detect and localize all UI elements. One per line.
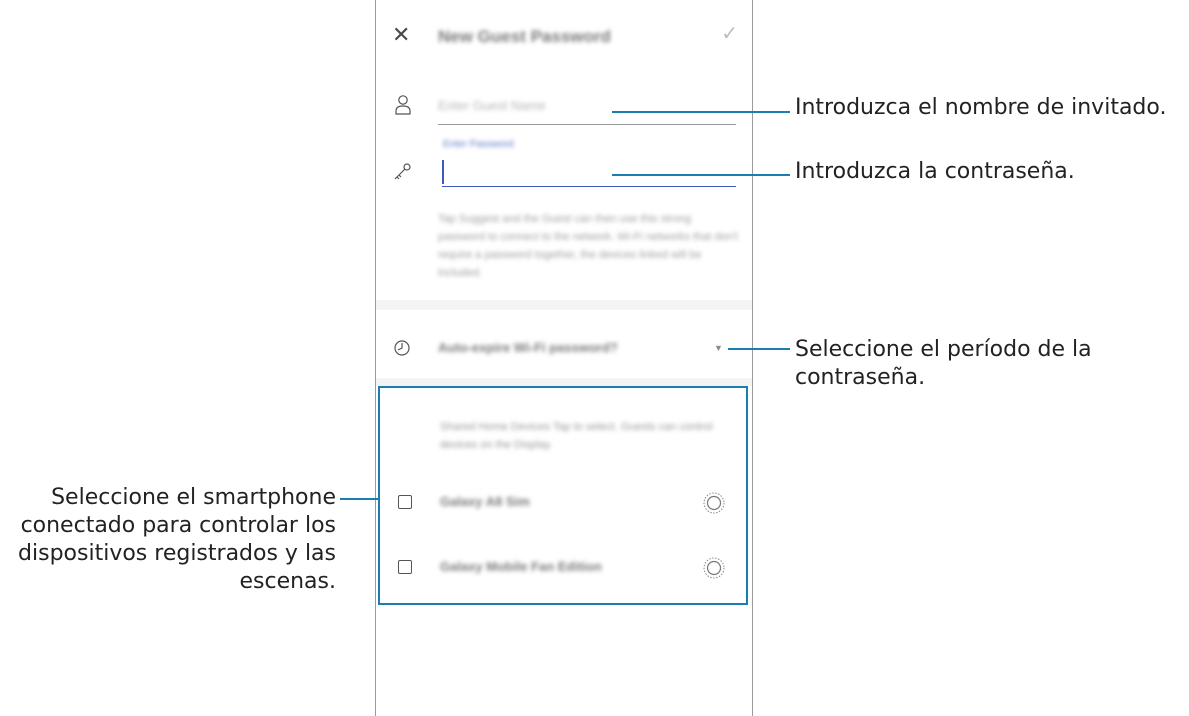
device-checkbox[interactable]	[398, 560, 412, 574]
section-divider	[376, 300, 752, 310]
leader-line	[612, 174, 790, 176]
guest-name-underline	[438, 124, 736, 125]
radio-ring-icon	[703, 557, 725, 579]
phone-screen: ✕ New Guest Password ✓ Enter Guest Name …	[375, 0, 753, 716]
leader-line	[340, 498, 378, 500]
password-description: Tap Suggest and the Guest can then use t…	[438, 213, 738, 279]
password-period-select[interactable]: Auto-expire Wi-Fi password?	[438, 340, 618, 355]
leader-line	[728, 348, 790, 350]
guest-name-input[interactable]: Enter Guest Name	[438, 98, 546, 113]
callout-password: Introduzca la contraseña.	[795, 159, 1075, 184]
callout-period: Seleccione el período de la contraseña.	[795, 337, 1092, 390]
device-name: Galaxy A8 Sim	[440, 494, 530, 509]
device-row[interactable]: Galaxy Mobile Fan Edition	[380, 548, 746, 588]
close-icon[interactable]: ✕	[392, 24, 410, 46]
device-name: Galaxy Mobile Fan Edition	[440, 559, 602, 574]
callout-guest-name: Introduzca el nombre de invitado.	[795, 95, 1167, 120]
password-input[interactable]	[442, 160, 444, 184]
check-icon[interactable]: ✓	[721, 24, 738, 44]
clock-icon	[394, 340, 410, 356]
dropdown-arrow-icon[interactable]: ▼	[714, 343, 723, 353]
password-label: Enter Password	[443, 139, 514, 150]
radio-ring-icon	[703, 492, 725, 514]
section-divider	[376, 378, 752, 386]
device-list-box: Shared Home Devices Tap to select. Guest…	[378, 386, 748, 605]
person-icon	[395, 95, 411, 115]
device-row[interactable]: Galaxy A8 Sim	[380, 483, 746, 523]
leader-line	[612, 111, 790, 113]
key-icon	[394, 163, 411, 180]
page-title: New Guest Password	[438, 27, 611, 46]
password-underline	[442, 186, 736, 187]
callout-devices: Seleccione el smartphone conectado para …	[18, 485, 336, 594]
device-checkbox[interactable]	[398, 495, 412, 509]
device-list-header: Shared Home Devices Tap to select. Guest…	[440, 421, 713, 451]
